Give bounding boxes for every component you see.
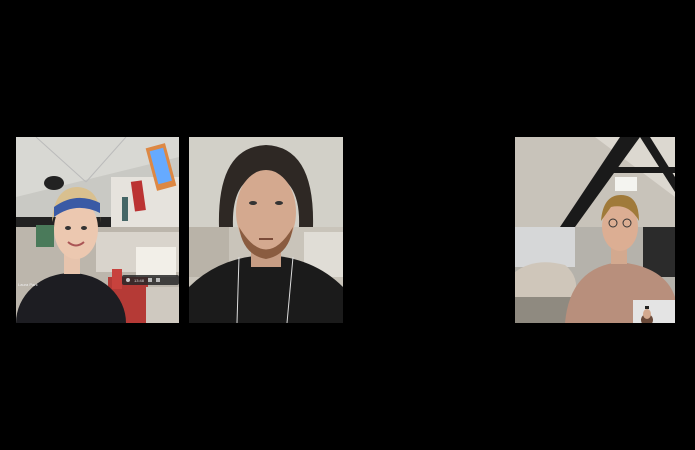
self-view-tile[interactable] <box>633 300 675 323</box>
mic-icon[interactable] <box>156 278 161 282</box>
participant-video-3 <box>515 137 675 323</box>
video-icon[interactable] <box>148 278 153 282</box>
participant-video-2 <box>189 137 343 323</box>
call-control-bar[interactable]: 13:48 <box>122 275 179 285</box>
participant-video-tile-3[interactable] <box>515 137 675 323</box>
call-timer: 13:48 <box>134 277 145 283</box>
participant-video-1 <box>16 137 179 323</box>
self-view-video <box>633 300 675 323</box>
participant-name-tag: Laura Park <box>18 282 38 287</box>
participant-video-tile-2[interactable] <box>189 137 343 323</box>
record-icon[interactable] <box>126 278 130 282</box>
participant-video-tile-1[interactable]: Laura Park 13:48 <box>16 137 179 323</box>
